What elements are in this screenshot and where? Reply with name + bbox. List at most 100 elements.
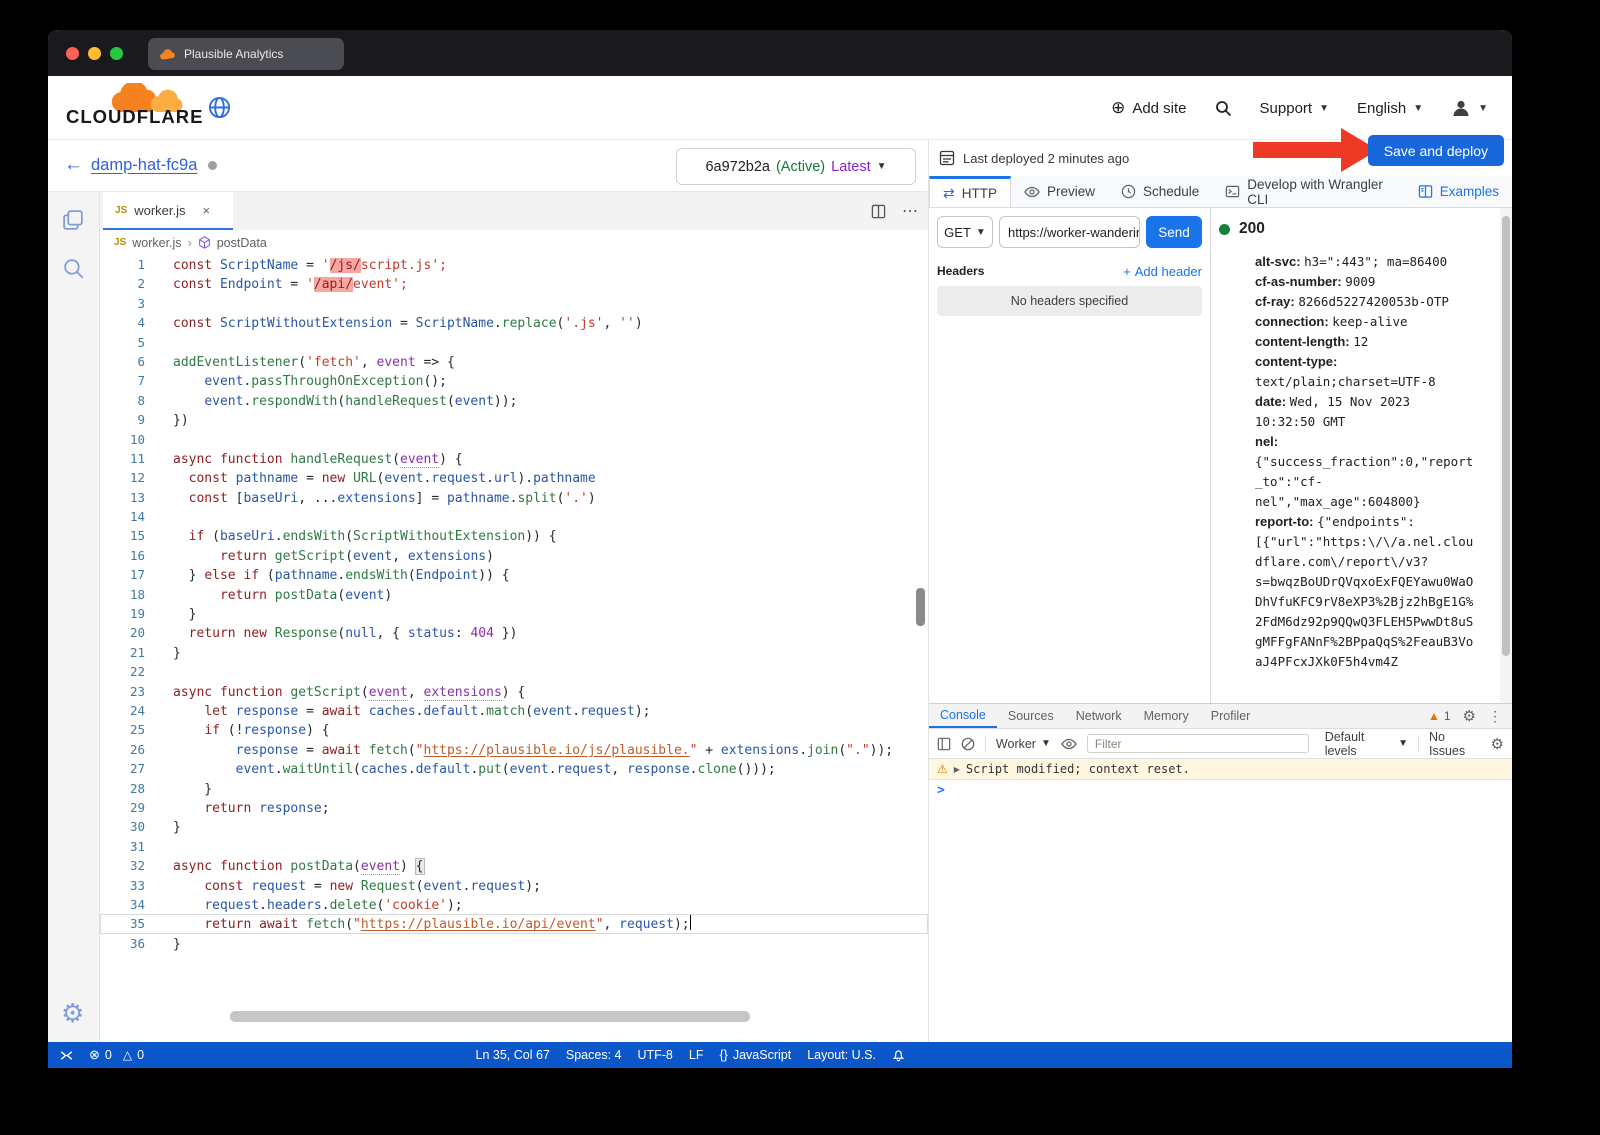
add-header-button[interactable]: + Add header	[1123, 264, 1202, 279]
vertical-scrollbar-thumb[interactable]	[916, 588, 925, 626]
eye-icon[interactable]	[1061, 736, 1077, 752]
language-mode[interactable]: {} JavaScript	[719, 1048, 791, 1062]
javascript-file-icon: JS	[114, 237, 126, 248]
close-icon[interactable]: ×	[203, 203, 211, 218]
minimize-window-button[interactable]	[88, 47, 101, 60]
account-menu[interactable]: ▼	[1451, 98, 1488, 118]
red-arrow-annotation	[1253, 128, 1379, 172]
header-search-button[interactable]	[1215, 100, 1232, 117]
breadcrumb-file[interactable]: worker.js	[132, 236, 181, 250]
no-issues-label[interactable]: No Issues	[1429, 730, 1481, 758]
chevron-down-icon: ▼	[877, 161, 887, 172]
gear-icon[interactable]: ⚙	[1463, 707, 1476, 725]
clear-console-icon[interactable]	[961, 737, 975, 751]
code-editor: ⚙ JS worker.js × ⋯	[48, 192, 928, 1042]
response-status: 200	[1219, 220, 1265, 238]
preview-tab-strip: ⇄ HTTP Preview Schedule	[929, 176, 1512, 208]
tab-worker-js[interactable]: JS worker.js ×	[103, 192, 233, 230]
more-actions-icon[interactable]: ⋯	[902, 201, 918, 221]
tab-console[interactable]: Console	[929, 704, 997, 728]
editor-breadcrumbs: JS worker.js › postData	[100, 230, 928, 255]
deployments-icon	[939, 150, 955, 166]
chevron-down-icon: ▼	[976, 227, 986, 238]
close-window-button[interactable]	[66, 47, 79, 60]
plus-circle-icon: ⊕	[1111, 98, 1125, 118]
request-url-input[interactable]: https://worker-wanderin	[999, 216, 1140, 248]
main-area: ← damp-hat-fc9a 6a972b2a (Active) Latest…	[48, 140, 1512, 1042]
warning-count-badge[interactable]: ▲ 1	[1428, 709, 1451, 723]
chevron-down-icon: ▼	[1413, 103, 1423, 114]
disclosure-triangle-icon[interactable]: ▶	[954, 765, 960, 774]
devtools-console: Console Sources Network Memory Profiler …	[929, 703, 1512, 1042]
cursor-position[interactable]: Ln 35, Col 67	[476, 1048, 550, 1062]
status-ok-dot	[1219, 224, 1230, 235]
app-window: Plausible Analytics CLOUDFLARE ⊕ Add sit…	[48, 30, 1512, 1068]
request-pane: GET▼ https://worker-wanderin Send Header…	[929, 208, 1211, 703]
editor-tab-actions: ⋯	[871, 192, 918, 230]
plus-icon: +	[1123, 264, 1131, 279]
tab-wrangler-cli[interactable]: Develop with Wrangler CLI	[1212, 176, 1404, 207]
search-icon	[1215, 100, 1232, 117]
breadcrumb-symbol[interactable]: postData	[217, 236, 267, 250]
titlebar: Plausible Analytics	[48, 30, 1512, 76]
keyboard-layout[interactable]: Layout: U.S.	[807, 1048, 876, 1062]
response-scrollbar[interactable]	[1500, 208, 1512, 703]
remote-indicator-icon[interactable]	[60, 1049, 73, 1062]
eol-setting[interactable]: LF	[689, 1048, 704, 1062]
cloudflare-wordmark: CLOUDFLARE	[66, 106, 203, 128]
symbol-cube-icon	[198, 236, 211, 249]
gear-icon[interactable]: ⚙	[61, 1000, 84, 1026]
issues-gear-icon[interactable]: ⚙	[1491, 735, 1504, 753]
console-sidebar-icon[interactable]	[937, 737, 951, 751]
tab-http[interactable]: ⇄ HTTP	[929, 176, 1011, 207]
globe-icon[interactable]	[208, 96, 231, 119]
response-pane: 200 alt-svc: h3=":443"; ma=86400cf-as-nu…	[1211, 208, 1512, 703]
split-editor-icon[interactable]	[871, 204, 886, 219]
problems-indicator[interactable]: ⊗ 0 △ 0	[89, 1047, 144, 1063]
back-arrow-icon[interactable]: ←	[64, 154, 83, 176]
worker-name-link[interactable]: damp-hat-fc9a	[91, 156, 197, 175]
version-selector[interactable]: 6a972b2a (Active) Latest ▼	[676, 148, 916, 185]
tab-examples[interactable]: Examples	[1405, 176, 1512, 207]
context-select[interactable]: Worker▼	[996, 737, 1051, 751]
kebab-menu-icon[interactable]: ⋮	[1488, 708, 1502, 725]
devtools-tab-bar: Console Sources Network Memory Profiler …	[929, 704, 1512, 729]
tab-preview[interactable]: Preview	[1011, 176, 1108, 207]
worker-toolbar: ← damp-hat-fc9a 6a972b2a (Active) Latest…	[48, 140, 928, 192]
activity-bar: ⚙	[48, 192, 100, 1042]
search-icon[interactable]	[61, 256, 86, 281]
javascript-file-icon: JS	[115, 205, 127, 216]
encoding-setting[interactable]: UTF-8	[637, 1048, 672, 1062]
tab-schedule[interactable]: Schedule	[1108, 176, 1212, 207]
explorer-icon[interactable]	[61, 208, 86, 233]
console-filter-input[interactable]: Filter	[1087, 734, 1309, 753]
horizontal-scrollbar-thumb[interactable]	[230, 1011, 750, 1022]
braces-icon: {}	[719, 1048, 727, 1062]
console-warning-row[interactable]: ⚠ ▶ Script modified; context reset.	[929, 759, 1512, 780]
warning-icon: △	[123, 1048, 132, 1062]
http-swap-icon: ⇄	[943, 185, 955, 202]
headers-label: Headers	[937, 264, 984, 278]
console-prompt[interactable]: >	[929, 780, 1512, 800]
method-select[interactable]: GET▼	[937, 216, 993, 248]
chevron-down-icon: ▼	[1398, 738, 1408, 749]
tab-sources[interactable]: Sources	[997, 704, 1065, 728]
zoom-window-button[interactable]	[110, 47, 123, 60]
indentation-setting[interactable]: Spaces: 4	[566, 1048, 622, 1062]
bell-icon[interactable]	[892, 1048, 905, 1062]
tab-profiler[interactable]: Profiler	[1200, 704, 1262, 728]
browser-tab[interactable]: Plausible Analytics	[148, 38, 344, 70]
add-site-button[interactable]: ⊕ Add site	[1111, 98, 1186, 118]
status-dot	[208, 161, 217, 170]
code-lines[interactable]: 1const ScriptName = '/js/script.js';2con…	[100, 255, 928, 954]
tab-network[interactable]: Network	[1065, 704, 1133, 728]
tab-memory[interactable]: Memory	[1133, 704, 1200, 728]
http-tester: GET▼ https://worker-wanderin Send Header…	[929, 208, 1512, 703]
eye-icon	[1024, 184, 1040, 200]
default-levels-select[interactable]: Default levels▼	[1325, 730, 1408, 758]
language-menu[interactable]: English▼	[1357, 100, 1423, 117]
save-and-deploy-button[interactable]: Save and deploy	[1368, 135, 1504, 166]
send-button[interactable]: Send	[1146, 216, 1202, 248]
support-menu[interactable]: Support▼	[1260, 100, 1329, 117]
editor-tab-bar: JS worker.js × ⋯	[100, 192, 928, 230]
